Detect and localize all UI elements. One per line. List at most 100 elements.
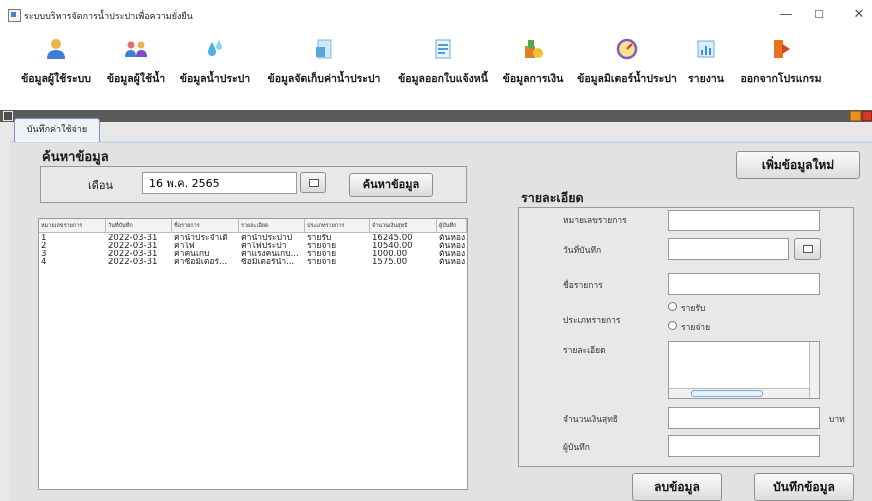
toolbar-water-users[interactable]: ข้อมูลผู้ใช้น้ำ xyxy=(102,30,170,108)
invoice-icon xyxy=(435,39,451,59)
month-label: เดือน xyxy=(88,179,114,192)
table-cell: 2022-03-31 xyxy=(108,258,158,266)
column-header[interactable]: จำนวนเงินสุทธิ xyxy=(370,219,437,233)
column-header[interactable]: ประเภทรายการ xyxy=(305,219,370,233)
frame-close-button[interactable] xyxy=(862,111,872,121)
toolbar-label: ข้อมูลการเงิน xyxy=(502,73,564,85)
table-cell: ค่าไฟประปา xyxy=(241,242,287,250)
textarea-horizontal-scrollbar[interactable] xyxy=(669,388,809,398)
search-calendar-button[interactable] xyxy=(300,172,326,193)
document-icon xyxy=(316,39,332,59)
delete-button[interactable]: ลบข้อมูล xyxy=(632,473,722,501)
table-row[interactable]: 2 2022-03-31 ค่าไฟ ค่าไฟประปา รายจ่าย 10… xyxy=(39,242,467,250)
textarea-vertical-scrollbar[interactable] xyxy=(809,342,819,398)
toolbar-label: ข้อมูลผู้ใช้ระบบ xyxy=(21,73,91,85)
unit-label: บาท xyxy=(829,415,845,425)
table-cell: ค่าน้ำประจำเดื xyxy=(174,234,228,242)
water-drop-icon xyxy=(208,40,222,56)
scrollbar-thumb[interactable] xyxy=(691,390,763,397)
search-date-field[interactable]: 16 พ.ค. 2565 xyxy=(142,172,297,194)
table-cell: 1 xyxy=(41,234,47,242)
radio-expense[interactable]: รายจ่าย xyxy=(668,320,710,334)
table-cell: ค่าแรงคนเก็บ... xyxy=(241,250,299,258)
table-cell: 16245.00 xyxy=(372,234,413,242)
table-row[interactable]: 1 2022-03-31 ค่าน้ำประจำเดื ค่าน้ำประปาป… xyxy=(39,234,467,242)
add-new-button[interactable]: เพิ่มข้อมูลใหม่ xyxy=(736,151,860,179)
table-cell: 3 xyxy=(41,250,47,258)
table-cell: รายจ่าย xyxy=(307,242,337,250)
table-cell: ซื้อมิเตอร์น้ำ... xyxy=(241,258,295,266)
detail-title: รายละเอียด xyxy=(521,190,584,205)
table-cell: ค่าไฟ xyxy=(174,242,195,250)
toolbar-label: ข้อมูลออกใบแจ้งหนี้ xyxy=(398,73,488,85)
table-cell: ต้นหอง xyxy=(439,242,466,250)
toolbar-exit[interactable]: ออกจากโปรแกรม xyxy=(733,30,829,108)
id-field[interactable] xyxy=(668,210,820,231)
table-cell: ค่าคนเก็บ xyxy=(174,250,210,258)
toolbar: ข้อมูลผู้ใช้ระบบ ข้อมูลผู้ใช้น้ำ ข้อมูลน… xyxy=(0,30,872,108)
toolbar-user-system[interactable]: ข้อมูลผู้ใช้ระบบ xyxy=(12,30,100,108)
toolbar-meter[interactable]: ข้อมูลมิเตอร์น้ำประปา xyxy=(571,30,683,108)
toolbar-water-data[interactable]: ข้อมูลน้ำประปา xyxy=(173,30,257,108)
toolbar-finance[interactable]: ข้อมูลการเงิน xyxy=(496,30,570,108)
date-calendar-button[interactable] xyxy=(794,238,821,260)
save-button[interactable]: บันทึกข้อมูล xyxy=(754,473,854,501)
column-header[interactable]: หมายเลขรายการ xyxy=(39,219,106,233)
minimize-button[interactable]: — xyxy=(773,4,799,26)
column-header[interactable]: รายละเอียด xyxy=(239,219,305,233)
toolbar-label: ข้อมูลมิเตอร์น้ำประปา xyxy=(577,73,677,85)
tab-expense-record[interactable]: บันทึกค่าใช้จ่าย xyxy=(14,118,100,142)
table-row[interactable]: 3 2022-03-31 ค่าคนเก็บ ค่าแรงคนเก็บ... ร… xyxy=(39,250,467,258)
recorder-field[interactable] xyxy=(668,435,820,457)
amount-field[interactable] xyxy=(668,407,820,429)
toolbar-label: ออกจากโปรแกรม xyxy=(740,73,822,85)
amount-label: จำนวนเงินสุทธิ xyxy=(563,415,618,425)
toolbar-invoice[interactable]: ข้อมูลออกใบแจ้งหนี้ xyxy=(392,30,494,108)
description-textarea[interactable] xyxy=(668,341,820,399)
date-label: วันที่บันทึก xyxy=(563,246,602,256)
id-label: หมายเลขรายการ xyxy=(563,216,627,226)
table-cell: 2022-03-31 xyxy=(108,242,158,250)
column-header[interactable]: ผู้บันทึก xyxy=(437,219,467,233)
title-bar: ระบบบริหารจัดการน้ำประปาเพื่อความยั่งยืน… xyxy=(0,0,872,30)
date-field[interactable] xyxy=(668,238,789,260)
gauge-icon xyxy=(616,38,638,60)
search-button[interactable]: ค้นหาข้อมูล xyxy=(349,173,433,197)
toolbar-water-billing[interactable]: ข้อมูลจัดเก็บค่าน้ำประปา xyxy=(258,30,390,108)
table-cell: รายจ่าย xyxy=(307,258,337,266)
toolbar-label: ข้อมูลจัดเก็บค่าน้ำประปา xyxy=(267,73,381,85)
expense-table: หมายเลขรายการ วันที่บันทึก ชื่อรายการ รา… xyxy=(38,218,468,490)
table-row[interactable]: 4 2022-03-31 ค่าซื้อมิเตอร์... ซื้อมิเตอ… xyxy=(39,258,467,266)
table-cell: ค่าน้ำประปาป xyxy=(241,234,293,242)
report-icon xyxy=(697,40,715,58)
toolbar-label: รายงาน xyxy=(688,73,724,85)
maximize-button[interactable]: ☐ xyxy=(806,4,832,26)
exit-icon xyxy=(774,40,790,58)
table-cell: ต้นหอง xyxy=(439,234,466,242)
table-cell: 2022-03-31 xyxy=(108,234,158,242)
name-field[interactable] xyxy=(668,273,820,295)
type-label: ประเภทรายการ xyxy=(563,316,621,326)
table-cell: 1575.00 xyxy=(372,258,408,266)
table-cell: ค่าซื้อมิเตอร์... xyxy=(174,258,228,266)
toolbar-report[interactable]: รายงาน xyxy=(683,30,729,108)
column-header[interactable]: ชื่อรายการ xyxy=(172,219,239,233)
close-button[interactable]: ✕ xyxy=(846,4,872,26)
internal-frame-bar xyxy=(0,110,872,122)
table-cell: 4 xyxy=(41,258,47,266)
frame-minimize-button[interactable] xyxy=(850,111,861,121)
table-cell: ต้นหอง xyxy=(439,258,466,266)
table-cell: รายจ่าย xyxy=(307,250,337,258)
recorder-label: ผู้บันทึก xyxy=(563,443,590,453)
table-cell: 1000.00 xyxy=(372,250,408,258)
table-cell: 2 xyxy=(41,242,47,250)
table-cell: 10540.00 xyxy=(372,242,413,250)
description-label: รายละเอียด xyxy=(563,346,606,356)
radio-income[interactable]: รายรับ xyxy=(668,301,705,315)
table-cell: ต้นหอง xyxy=(439,250,466,258)
frame-menu-icon[interactable] xyxy=(3,111,13,121)
table-cell: รายรับ xyxy=(307,234,332,242)
column-header[interactable]: วันที่บันทึก xyxy=(106,219,172,233)
search-title: ค้นหาข้อมูล xyxy=(42,150,109,165)
table-cell: 2022-03-31 xyxy=(108,250,158,258)
